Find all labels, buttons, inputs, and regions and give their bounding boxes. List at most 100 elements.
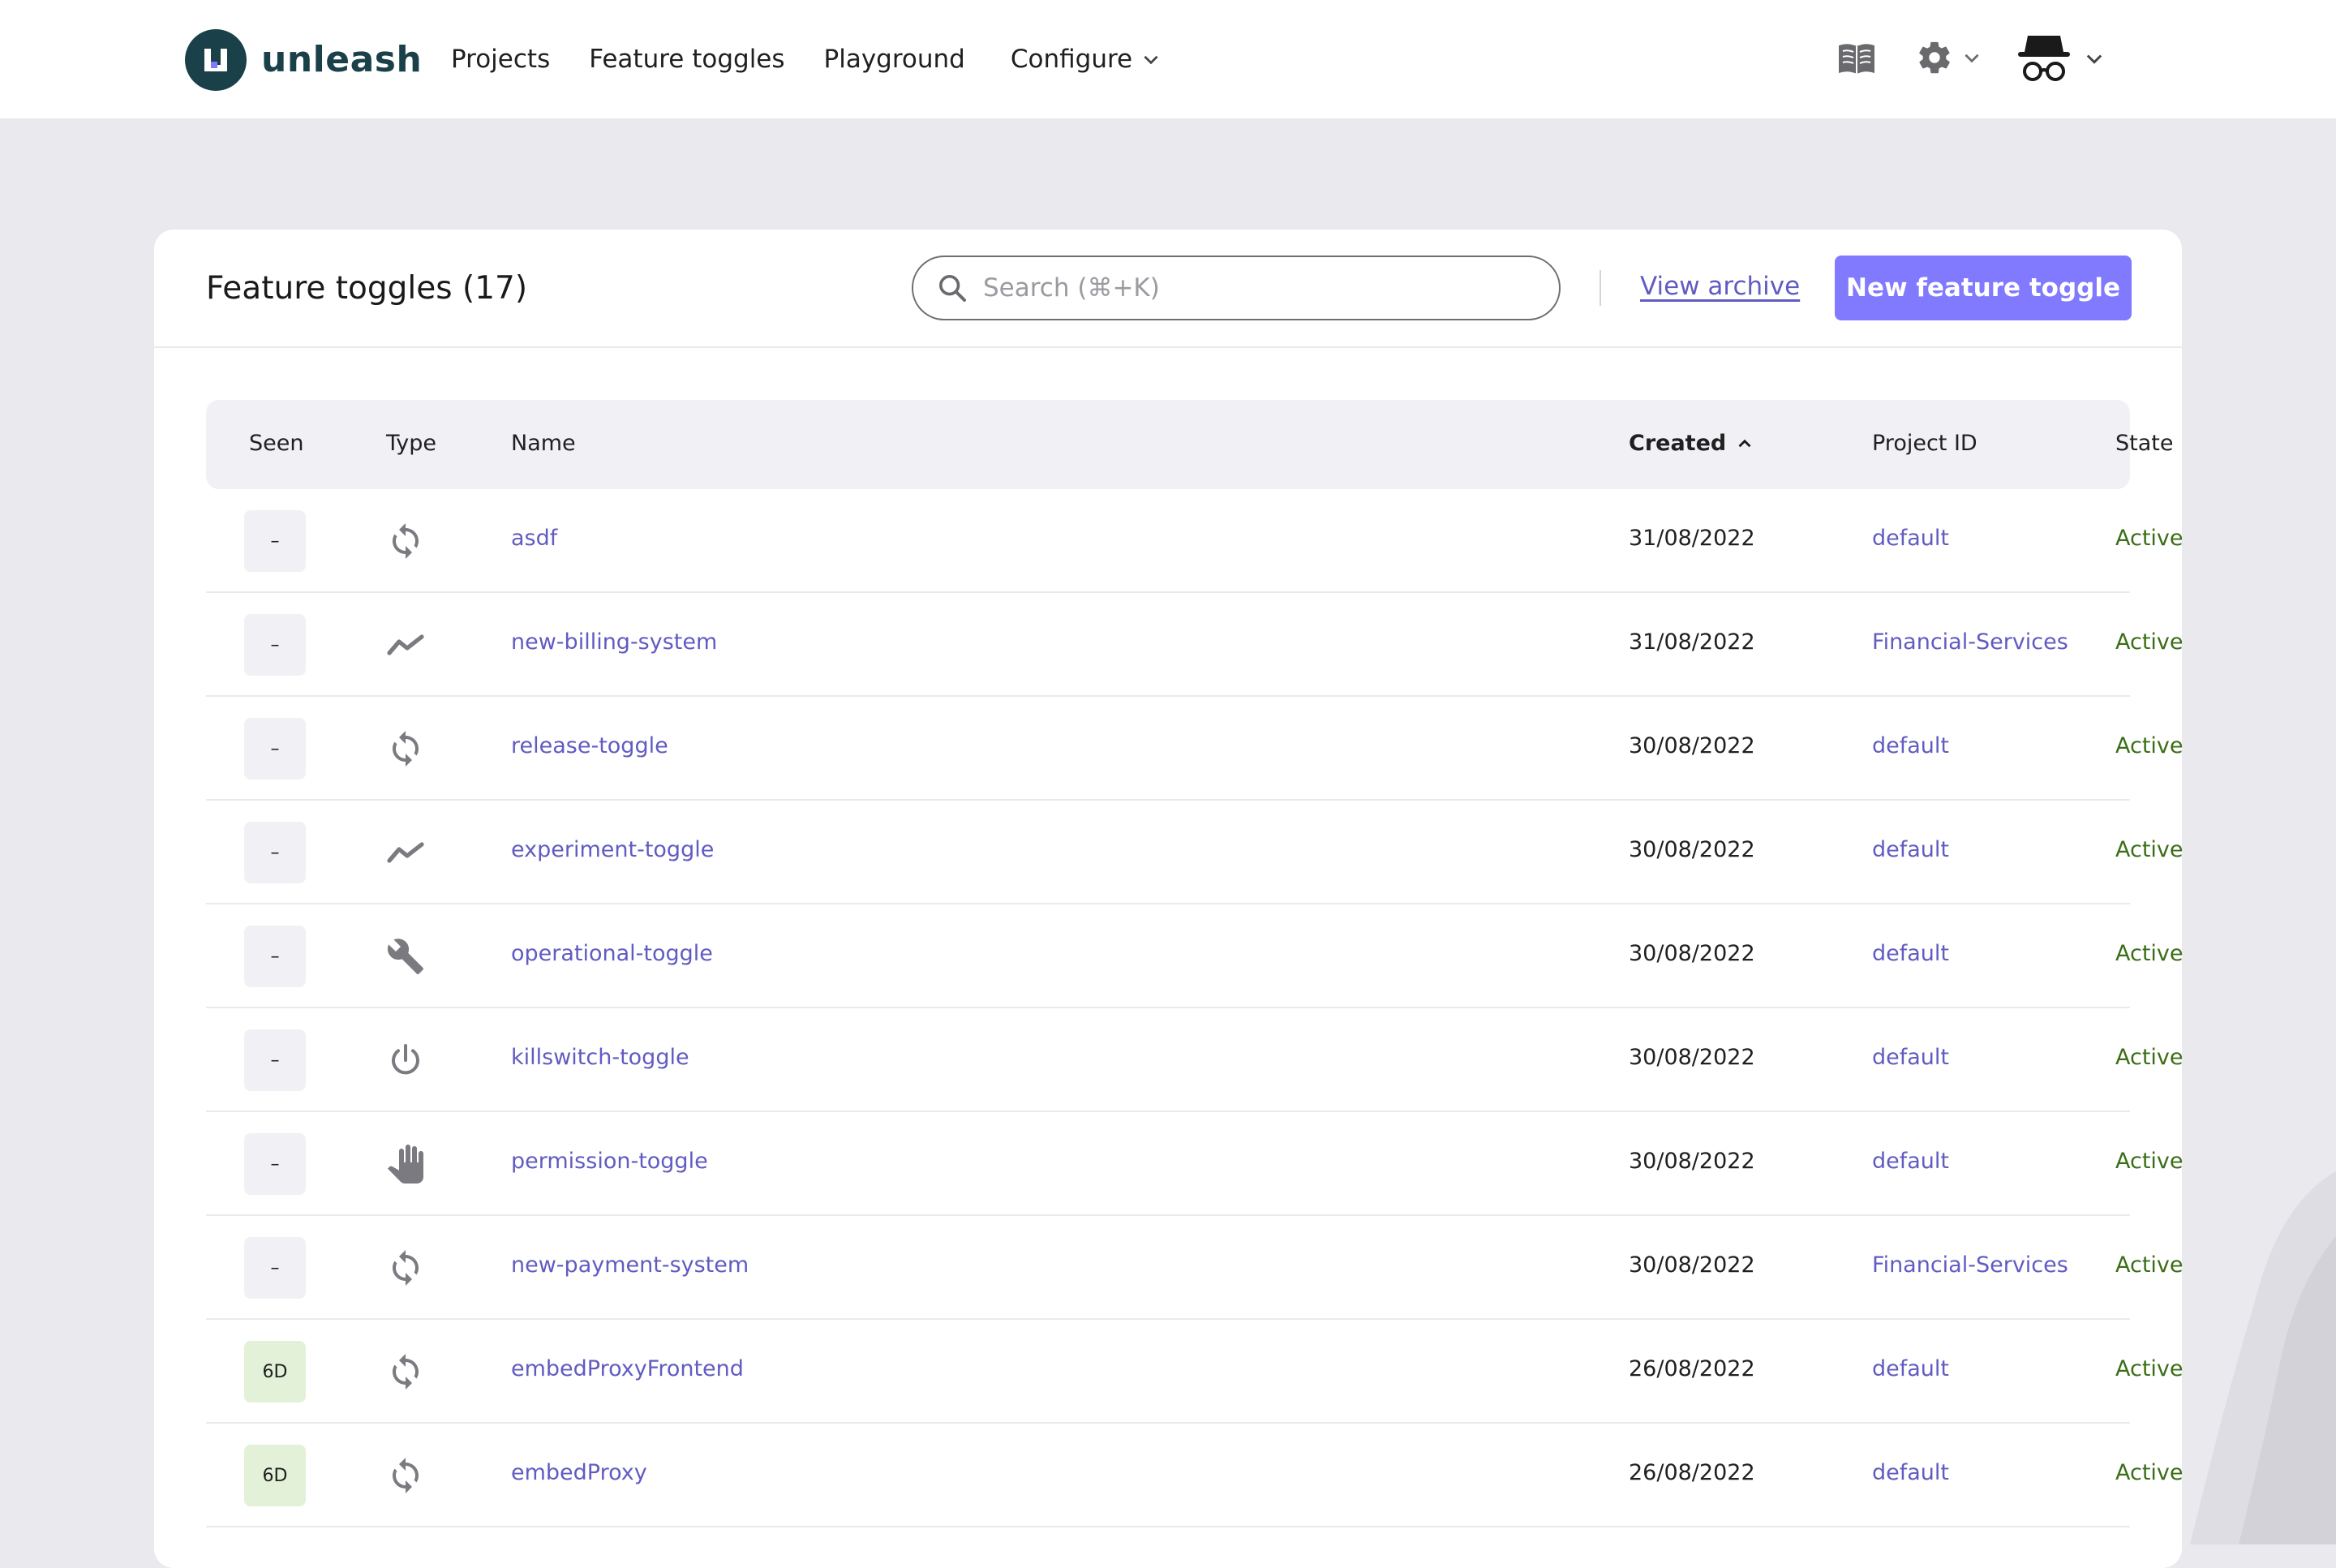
state-label: Active xyxy=(2115,526,2184,551)
created-date: 30/08/2022 xyxy=(1629,941,1755,966)
project-id-link[interactable]: default xyxy=(1872,1149,1949,1174)
brand-name: unleash xyxy=(261,29,422,91)
column-header-created[interactable]: Created xyxy=(1629,431,1755,456)
table-row[interactable]: – new-billing-system 31/08/2022 Financial-… xyxy=(206,593,2130,697)
page-title: Feature toggles (17) xyxy=(206,270,527,307)
created-date: 30/08/2022 xyxy=(1629,1045,1755,1070)
table-row[interactable]: – permission-toggle30/08/2022defaultActi… xyxy=(206,1112,2130,1216)
search-icon xyxy=(936,272,968,304)
project-id-link[interactable]: default xyxy=(1872,1356,1949,1381)
unleash-logo[interactable]: unleash xyxy=(185,29,422,91)
table-row[interactable]: – operational-toggle30/08/2022defaultAct… xyxy=(206,904,2130,1008)
column-header-state[interactable]: State xyxy=(2115,431,2173,456)
column-header-created-label: Created xyxy=(1629,431,1726,456)
feature-name-link[interactable]: operational-toggle xyxy=(511,941,713,966)
table-row[interactable]: – asdf31/08/2022defaultActive xyxy=(206,489,2130,593)
chevron-down-icon xyxy=(1961,47,1982,68)
seen-badge: – xyxy=(244,1133,306,1195)
column-header-type[interactable]: Type xyxy=(386,431,436,456)
state-label: Active xyxy=(2115,1460,2184,1485)
feature-name-link[interactable]: release-toggle xyxy=(511,733,668,758)
top-bar: unleash Projects Feature toggles Playgro… xyxy=(0,0,2336,118)
column-header-project[interactable]: Project ID xyxy=(1872,431,1977,456)
state-label: Active xyxy=(2115,629,2184,655)
release-toggle-icon xyxy=(386,1456,425,1495)
operational-toggle-icon xyxy=(386,937,425,976)
feature-name-link[interactable]: experiment-toggle xyxy=(511,837,714,862)
created-date: 30/08/2022 xyxy=(1629,1149,1755,1174)
main-nav: Projects Feature toggles Playground Conf… xyxy=(451,0,1200,118)
settings-menu[interactable] xyxy=(1916,39,1982,76)
header-divider xyxy=(1600,270,1601,306)
table-row[interactable]: – killswitch-toggle30/08/2022defaultActi… xyxy=(206,1008,2130,1112)
chevron-down-icon xyxy=(2083,47,2106,70)
project-id-link[interactable]: default xyxy=(1872,1460,1949,1485)
decorative-background-shape xyxy=(2174,1139,2336,1544)
project-id-link[interactable]: Financial-Services xyxy=(1872,1252,2068,1278)
nav-feature-toggles[interactable]: Feature toggles xyxy=(589,45,784,74)
state-label: Active xyxy=(2115,1356,2184,1381)
project-id-link[interactable]: default xyxy=(1872,1045,1949,1070)
seen-badge: – xyxy=(244,614,306,676)
chevron-down-icon xyxy=(1140,49,1162,70)
release-toggle-icon xyxy=(386,522,425,561)
created-date: 26/08/2022 xyxy=(1629,1460,1755,1485)
permission-toggle-icon xyxy=(386,1145,425,1184)
search-input[interactable]: Search (⌘+K) xyxy=(912,256,1561,320)
nav-projects[interactable]: Projects xyxy=(451,45,550,74)
release-toggle-icon xyxy=(386,1352,425,1391)
state-label: Active xyxy=(2115,1149,2184,1174)
table-row[interactable]: 6D embedProxyFrontend26/08/2022defaultAc… xyxy=(206,1320,2130,1424)
state-label: Active xyxy=(2115,837,2184,862)
feature-name-link[interactable]: killswitch-toggle xyxy=(511,1045,689,1070)
table-row[interactable]: 6D embedProxy26/08/2022defaultActive xyxy=(206,1424,2130,1527)
docs-book-icon[interactable] xyxy=(1836,41,1877,78)
feature-name-link[interactable]: permission-toggle xyxy=(511,1149,708,1174)
nav-playground[interactable]: Playground xyxy=(824,45,965,74)
user-menu[interactable] xyxy=(2015,31,2106,86)
seen-badge: 6D xyxy=(244,1445,306,1506)
table-row[interactable]: – new-payment-system30/08/2022Financial-… xyxy=(206,1216,2130,1320)
project-id-link[interactable]: default xyxy=(1872,837,1949,862)
search-placeholder: Search (⌘+K) xyxy=(983,273,1160,303)
sort-ascending-icon xyxy=(1734,433,1755,454)
state-label: Active xyxy=(2115,1252,2184,1278)
seen-badge: – xyxy=(244,1029,306,1091)
feature-name-link[interactable]: new-billing-system xyxy=(511,629,717,655)
project-id-link[interactable]: default xyxy=(1872,526,1949,551)
nav-configure[interactable]: Configure xyxy=(1011,45,1162,74)
nav-playground-label: Playground xyxy=(824,45,965,74)
experiment-toggle-icon xyxy=(386,625,425,664)
feature-name-link[interactable]: new-payment-system xyxy=(511,1252,749,1278)
incognito-avatar-icon xyxy=(2015,31,2073,86)
view-archive-link[interactable]: View archive xyxy=(1640,272,1800,301)
experiment-toggle-icon xyxy=(386,833,425,872)
column-header-seen[interactable]: Seen xyxy=(249,431,303,456)
project-id-link[interactable]: default xyxy=(1872,733,1949,758)
project-id-link[interactable]: default xyxy=(1872,941,1949,966)
table-row[interactable]: – release-toggle30/08/2022defaultActive xyxy=(206,697,2130,801)
state-label: Active xyxy=(2115,733,2184,758)
release-toggle-icon xyxy=(386,1248,425,1287)
feature-name-link[interactable]: embedProxyFrontend xyxy=(511,1356,744,1381)
unleash-logo-icon xyxy=(185,29,247,91)
column-header-name[interactable]: Name xyxy=(511,431,576,456)
created-date: 30/08/2022 xyxy=(1629,1252,1755,1278)
table-body: – asdf31/08/2022defaultActive– new-billi… xyxy=(206,489,2130,1527)
created-date: 30/08/2022 xyxy=(1629,733,1755,758)
table-row[interactable]: – experiment-toggle30/08/2022defaultActi… xyxy=(206,801,2130,904)
created-date: 31/08/2022 xyxy=(1629,629,1755,655)
feature-name-link[interactable]: embedProxy xyxy=(511,1460,647,1485)
state-label: Active xyxy=(2115,1045,2184,1070)
created-date: 26/08/2022 xyxy=(1629,1356,1755,1381)
new-feature-toggle-button[interactable]: New feature toggle xyxy=(1835,256,2132,320)
created-date: 31/08/2022 xyxy=(1629,526,1755,551)
kill-switch-toggle-icon xyxy=(386,1041,425,1080)
feature-toggles-card: Feature toggles (17) Search (⌘+K) View a… xyxy=(154,230,2182,1568)
seen-badge: – xyxy=(244,822,306,883)
project-id-link[interactable]: Financial-Services xyxy=(1872,629,2068,655)
seen-badge: – xyxy=(244,926,306,987)
feature-name-link[interactable]: asdf xyxy=(511,526,557,551)
seen-badge: 6D xyxy=(244,1341,306,1403)
state-label: Active xyxy=(2115,941,2184,966)
